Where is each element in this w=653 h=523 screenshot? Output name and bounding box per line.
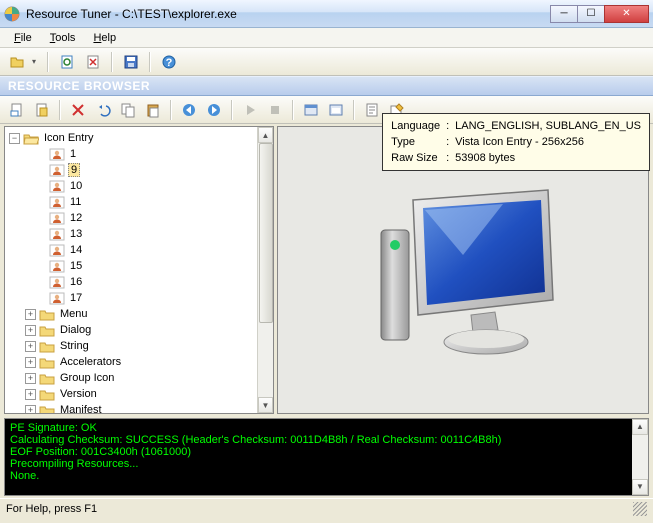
paste-button[interactable]: [142, 99, 164, 121]
tree-root[interactable]: − Icon Entry: [7, 130, 271, 146]
menu-tools[interactable]: Tools: [42, 30, 84, 46]
tree-icon-entry[interactable]: 11: [47, 194, 271, 210]
collapse-icon[interactable]: −: [9, 133, 20, 144]
folder-icon: [39, 355, 55, 369]
play-button[interactable]: [239, 99, 261, 121]
tree-icon-entry[interactable]: 15: [47, 258, 271, 274]
tree[interactable]: − Icon Entry 191011121314151617 +Menu+Di…: [5, 127, 273, 414]
window-controls: ─ ☐ ✕: [551, 5, 649, 23]
tree-icon-entry[interactable]: 13: [47, 226, 271, 242]
console-line: None.: [10, 470, 643, 482]
icon-thumb: [49, 275, 65, 289]
console-line: EOF Position: 001C3400h (1061000): [10, 446, 643, 458]
close-file-button[interactable]: [82, 51, 104, 73]
expand-icon[interactable]: +: [25, 341, 36, 352]
statusbar: For Help, press F1: [0, 498, 653, 518]
folder-icon: [39, 323, 55, 337]
scroll-up-icon[interactable]: ▲: [632, 419, 648, 435]
folder-icon: [39, 387, 55, 401]
icon-thumb: [49, 291, 65, 305]
tree-icon-entry[interactable]: 17: [47, 290, 271, 306]
icon-thumb: [49, 259, 65, 273]
open-dropdown[interactable]: ▾: [32, 57, 40, 66]
info-tooltip: Language:LANG_ENGLISH, SUBLANG_EN_US Typ…: [382, 113, 650, 171]
console-scrollbar[interactable]: ▲ ▼: [632, 419, 648, 495]
tree-folder[interactable]: +Dialog: [23, 322, 271, 338]
icon-thumb: [49, 163, 65, 177]
tree-folder[interactable]: +Menu: [23, 306, 271, 322]
expand-icon[interactable]: +: [25, 325, 36, 336]
folder-icon: [39, 403, 55, 414]
console-panel: PE Signature: OK Calculating Checksum: S…: [4, 418, 649, 496]
app-icon: [4, 6, 20, 22]
undo-button[interactable]: [92, 99, 114, 121]
expand-icon[interactable]: +: [25, 389, 36, 400]
tree-icon-entry[interactable]: 10: [47, 178, 271, 194]
minimize-button[interactable]: ─: [550, 5, 578, 23]
tree-icon-entry[interactable]: 12: [47, 210, 271, 226]
scroll-down-icon[interactable]: ▼: [632, 479, 648, 495]
close-button[interactable]: ✕: [604, 5, 649, 23]
console-line: PE Signature: OK: [10, 422, 643, 434]
main-area: − Icon Entry 191011121314151617 +Menu+Di…: [0, 124, 653, 416]
tool-doc2[interactable]: [31, 99, 53, 121]
tool-doc1[interactable]: [6, 99, 28, 121]
icon-thumb: [49, 195, 65, 209]
expand-icon[interactable]: +: [25, 405, 36, 415]
tree-icon-entry[interactable]: 1: [47, 146, 271, 162]
expand-icon[interactable]: +: [25, 357, 36, 368]
menubar: File Tools Help: [0, 28, 653, 48]
scroll-up-icon[interactable]: ▲: [258, 127, 273, 143]
icon-thumb: [49, 243, 65, 257]
save-button[interactable]: [120, 51, 142, 73]
expand-icon[interactable]: +: [25, 373, 36, 384]
tree-icon-entry[interactable]: 16: [47, 274, 271, 290]
icon-thumb: [49, 147, 65, 161]
tree-folder[interactable]: +Accelerators: [23, 354, 271, 370]
status-text: For Help, press F1: [6, 503, 97, 515]
window-title: Resource Tuner - C:\TEST\explorer.exe: [26, 7, 551, 21]
maximize-button[interactable]: ☐: [577, 5, 605, 23]
refresh-button[interactable]: [56, 51, 78, 73]
folder-icon: [39, 371, 55, 385]
tree-icon-entry[interactable]: 14: [47, 242, 271, 258]
icon-thumb: [49, 227, 65, 241]
folder-icon: [39, 307, 55, 321]
menu-help[interactable]: Help: [85, 30, 124, 46]
tree-panel: − Icon Entry 191011121314151617 +Menu+Di…: [4, 126, 274, 414]
preview-panel: Language:LANG_ENGLISH, SUBLANG_EN_US Typ…: [277, 126, 649, 414]
icon-thumb: [49, 211, 65, 225]
stop-button[interactable]: [264, 99, 286, 121]
folder-icon: [39, 339, 55, 353]
console-line: Calculating Checksum: SUCCESS (Header's …: [10, 434, 643, 446]
tree-folder[interactable]: +Version: [23, 386, 271, 402]
svg-text:?: ?: [166, 57, 173, 69]
tree-scrollbar[interactable]: ▲ ▼: [257, 127, 273, 413]
main-toolbar: ▾ ?: [0, 48, 653, 76]
delete-button[interactable]: [67, 99, 89, 121]
scroll-down-icon[interactable]: ▼: [258, 397, 273, 413]
folder-open-icon: [23, 131, 39, 145]
icon-thumb: [49, 179, 65, 193]
copy-button[interactable]: [117, 99, 139, 121]
forward-button[interactable]: [203, 99, 225, 121]
icon-preview: [353, 170, 573, 370]
back-button[interactable]: [178, 99, 200, 121]
expand-icon[interactable]: +: [25, 309, 36, 320]
view1-button[interactable]: [300, 99, 322, 121]
view2-button[interactable]: [325, 99, 347, 121]
scroll-thumb[interactable]: [259, 143, 273, 323]
console-line: Precompiling Resources...: [10, 458, 643, 470]
titlebar: Resource Tuner - C:\TEST\explorer.exe ─ …: [0, 0, 653, 28]
tree-folder[interactable]: +String: [23, 338, 271, 354]
tree-folder[interactable]: +Manifest: [23, 402, 271, 414]
tree-icon-entry[interactable]: 9: [47, 162, 271, 178]
section-header: RESOURCE BROWSER: [0, 76, 653, 96]
props-button[interactable]: [361, 99, 383, 121]
resize-grip[interactable]: [633, 502, 647, 516]
open-button[interactable]: [6, 51, 28, 73]
tree-folder[interactable]: +Group Icon: [23, 370, 271, 386]
help-button[interactable]: ?: [158, 51, 180, 73]
menu-file[interactable]: File: [6, 30, 40, 46]
